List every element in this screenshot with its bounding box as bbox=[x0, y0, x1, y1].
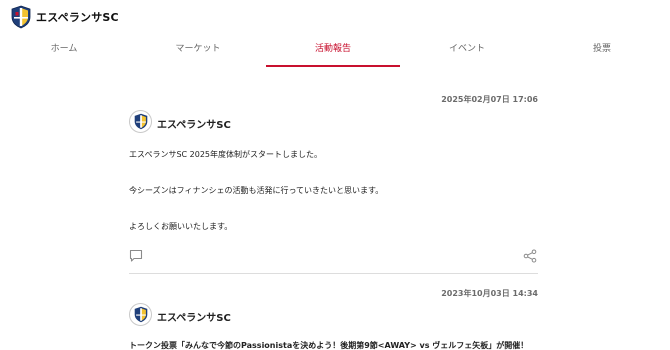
comment-icon[interactable] bbox=[129, 249, 143, 263]
tab-home[interactable]: ホーム bbox=[0, 34, 128, 68]
post-text-line: トークン投票「みんなで今節のPassionistaを決めよう！後期第9節<AWA… bbox=[129, 341, 529, 350]
post-author[interactable]: エスペランサSC bbox=[157, 309, 231, 324]
club-crest-icon bbox=[134, 113, 148, 130]
avatar[interactable] bbox=[129, 303, 152, 326]
app-header: エスペランサSC bbox=[0, 0, 670, 34]
post-text-line: 今シーズンはフィナンシェの活動も活発に行っていきたいと思います。 bbox=[129, 186, 384, 195]
post-text-line: よろしくお願いいたします。 bbox=[129, 222, 233, 231]
tab-market[interactable]: マーケット bbox=[132, 34, 264, 68]
club-crest-icon[interactable] bbox=[11, 5, 31, 29]
brand-name: エスペランサSC bbox=[36, 11, 119, 24]
main-nav-tabs: ホーム マーケット 活動報告 イベント 投票 bbox=[0, 34, 670, 68]
tab-activity-report[interactable]: 活動報告 bbox=[266, 34, 400, 68]
tab-vote[interactable]: 投票 bbox=[534, 34, 670, 68]
post-date: 2023年10月03日 14:34 bbox=[441, 289, 538, 298]
club-crest-icon bbox=[134, 306, 148, 323]
active-tab-indicator bbox=[266, 65, 400, 67]
post-author[interactable]: エスペランサSC bbox=[157, 116, 231, 131]
tab-events[interactable]: イベント bbox=[400, 34, 534, 68]
avatar[interactable] bbox=[129, 110, 152, 133]
post-date: 2025年02月07日 17:06 bbox=[441, 95, 538, 104]
share-icon[interactable] bbox=[523, 249, 537, 263]
post-text-line: エスペランサSC 2025年度体制がスタートしました。 bbox=[129, 150, 323, 159]
post-divider bbox=[129, 273, 538, 274]
